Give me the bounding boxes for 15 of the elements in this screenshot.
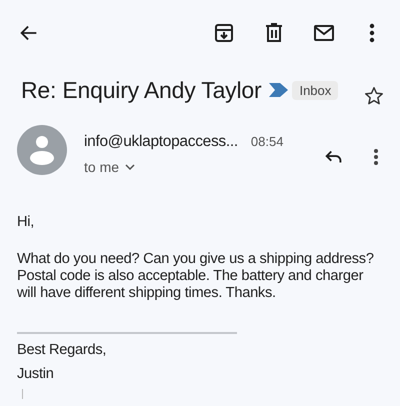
message-time: 08:54 <box>250 134 284 149</box>
greeting-text: Hi, <box>17 214 36 231</box>
chevron-down-icon <box>125 164 136 170</box>
more-icon <box>369 23 375 43</box>
more-icon <box>373 148 379 166</box>
avatar-icon <box>17 125 67 175</box>
recipients-toggle[interactable]: to me <box>84 159 136 175</box>
inbox-label: Inbox <box>292 80 338 100</box>
signature-line: Best Regards, <box>17 341 108 360</box>
sender-address: info@uklaptopaccess... <box>84 133 238 151</box>
archive-button[interactable] <box>212 21 236 45</box>
signature-line: Justin <box>17 365 55 384</box>
message-paragraph: What do you need? Can you give us a shipping address? Postal code is also acceptable. The battery and charger will have different shipping times. Thanks. <box>17 251 375 302</box>
email-subject: Re: Enquiry Andy Taylor <box>21 76 262 104</box>
archive-icon <box>212 21 236 45</box>
